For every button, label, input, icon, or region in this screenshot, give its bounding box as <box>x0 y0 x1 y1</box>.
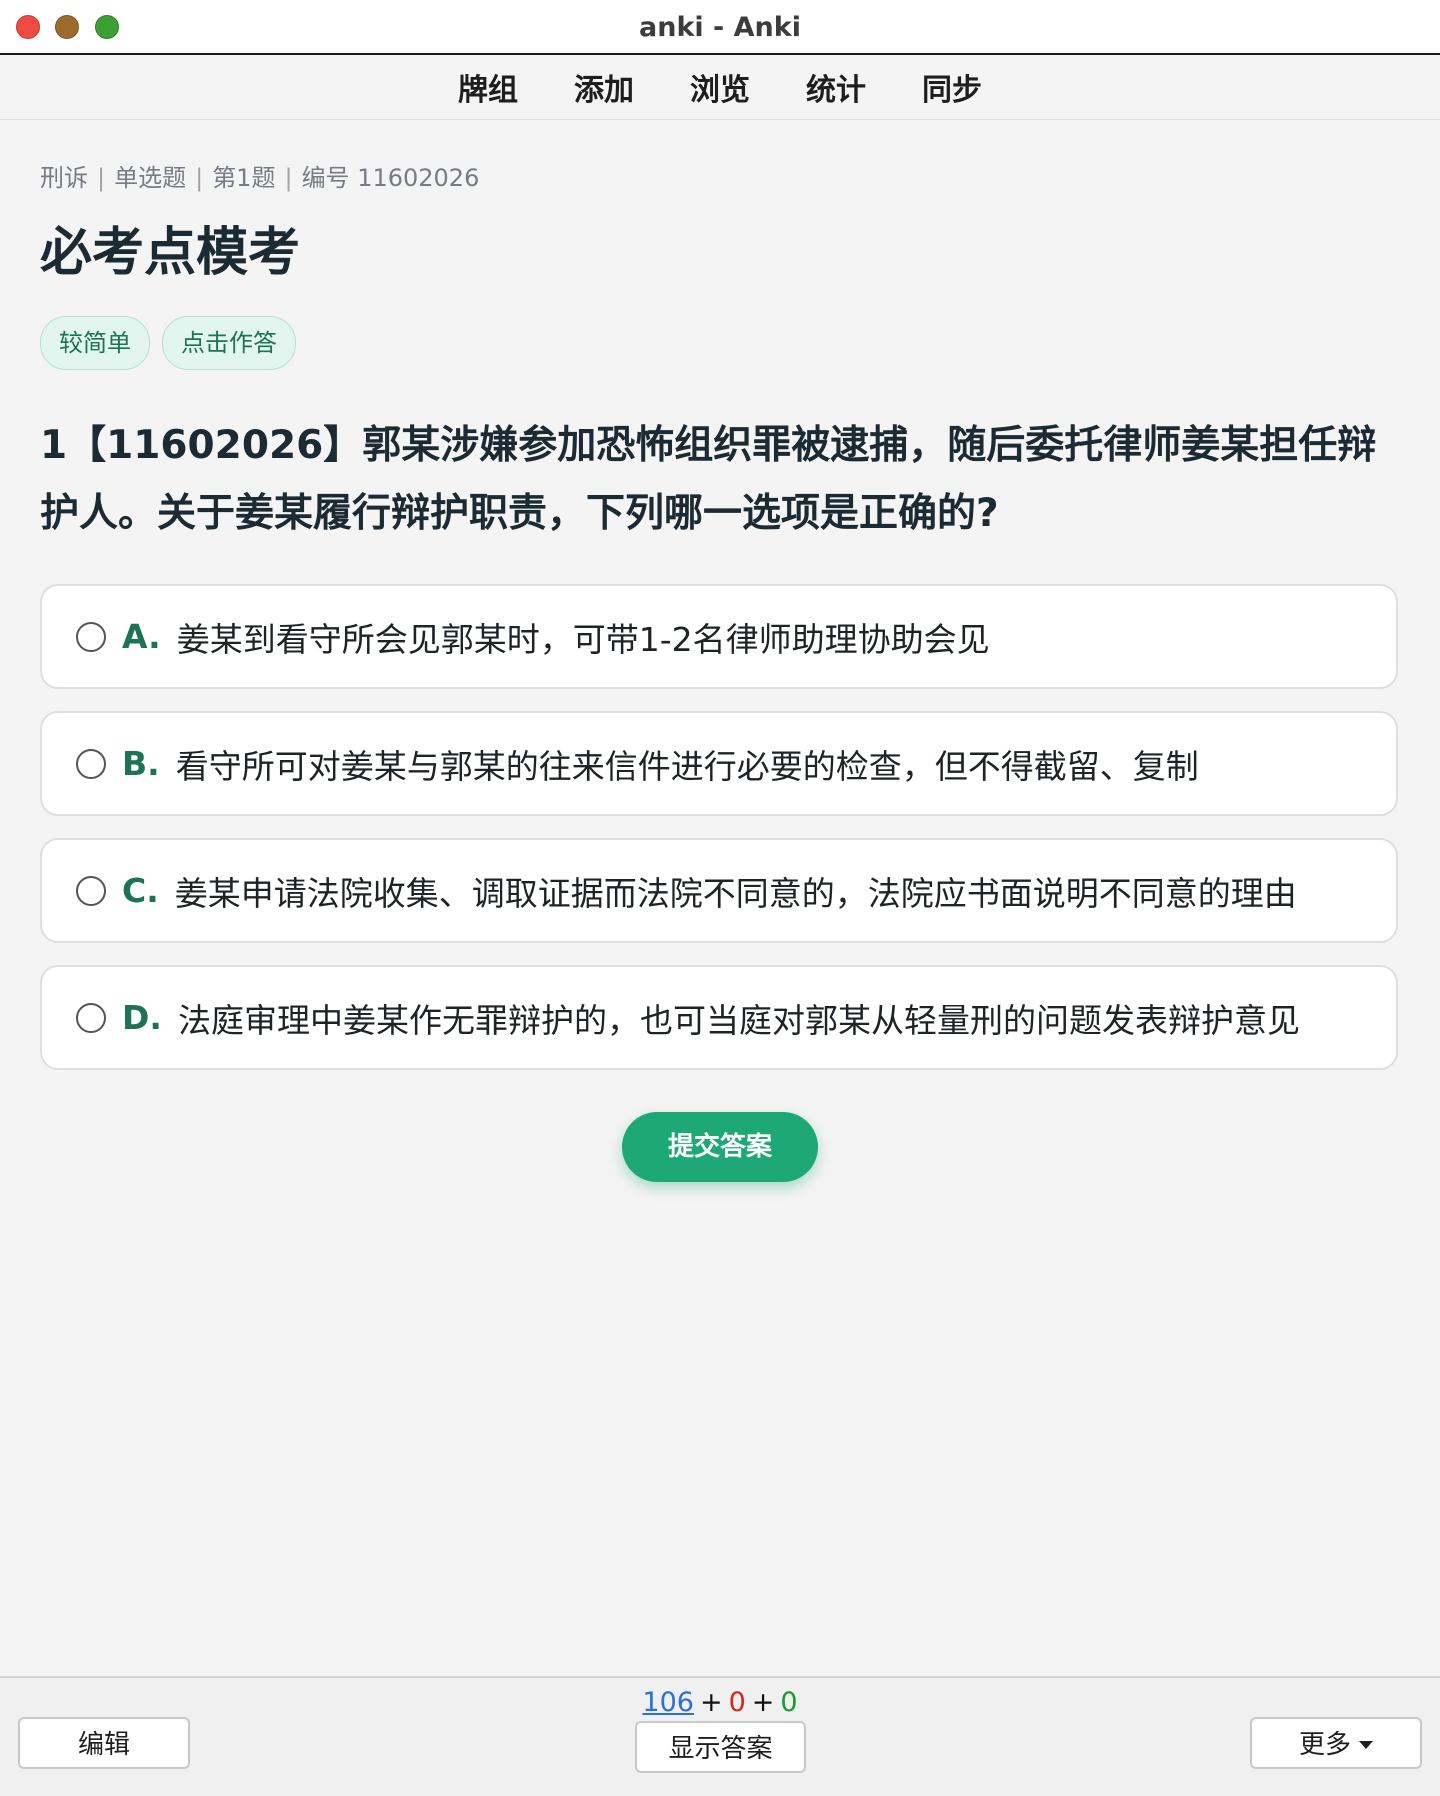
breadcrumb-type: 单选题 <box>114 164 187 192</box>
count-plus: + <box>751 1687 775 1718</box>
window-title: anki - Anki <box>639 12 801 43</box>
show-answer-button[interactable]: 显示答案 <box>635 1721 806 1773</box>
option-d-letter: D. <box>122 998 162 1037</box>
learning-count: 0 <box>728 1687 746 1718</box>
due-counts: 106 +0 +0 <box>0 1686 1440 1720</box>
review-count: 0 <box>780 1687 798 1718</box>
breadcrumb-subject: 刑诉 <box>40 164 88 192</box>
card-content: 刑诉 | 单选题 | 第1题 | 编号 11602026 必考点模考 较简单 点击作答 1【… <box>40 120 1400 1182</box>
toolbar-add[interactable]: 添加 <box>574 65 634 109</box>
review-bottom-bar: 106 +0 +0 编辑 显示答案 更多 <box>0 1676 1440 1796</box>
question-text: 1【11602026】郭某涉嫌参加恐怖组织罪被逮捕，随后委托律师姜某担任辩护人。… <box>40 423 1377 536</box>
option-b-text: 看守所可对姜某与郭某的往来信件进行必要的检查，但不得截留、复制 <box>175 746 1199 786</box>
edit-button[interactable]: 编辑 <box>18 1717 190 1769</box>
submit-area: 提交答案 <box>40 1112 1400 1182</box>
more-button[interactable]: 更多 <box>1250 1717 1422 1769</box>
breadcrumb-number: 第1题 <box>212 164 276 192</box>
toolbar-stats[interactable]: 统计 <box>806 65 866 109</box>
more-button-label: 更多 <box>1298 1730 1351 1760</box>
option-a-text: 姜某到看守所会见郭某时，可带1-2名律师助理协助会见 <box>176 619 990 659</box>
option-c-letter: C. <box>122 871 159 910</box>
option-a-letter: A. <box>122 617 161 656</box>
option-a-radio[interactable] <box>76 621 106 652</box>
breadcrumb-separator: | <box>195 164 204 192</box>
breadcrumb: 刑诉 | 单选题 | 第1题 | 编号 11602026 <box>40 162 1400 194</box>
breadcrumb-separator: | <box>284 164 293 192</box>
new-count[interactable]: 106 <box>642 1687 694 1718</box>
window-titlebar: anki - Anki <box>0 0 1440 55</box>
option-a[interactable]: A. 姜某到看守所会见郭某时，可带1-2名律师助理协助会见 <box>40 584 1398 689</box>
toolbar-browse[interactable]: 浏览 <box>690 65 750 109</box>
breadcrumb-id: 编号 11602026 <box>301 164 480 192</box>
tag-difficulty: 较简单 <box>40 316 150 370</box>
option-c[interactable]: C. 姜某申请法院收集、调取证据而法院不同意的，法院应书面说明不同意的理由 <box>40 838 1398 943</box>
option-b-radio[interactable] <box>76 748 106 779</box>
toolbar-decks[interactable]: 牌组 <box>458 65 518 109</box>
option-d-text: 法庭审理中姜某作无罪辩护的，也可当庭对郭某从轻量刑的问题发表辩护意见 <box>177 1000 1300 1040</box>
option-d[interactable]: D. 法庭审理中姜某作无罪辩护的，也可当庭对郭某从轻量刑的问题发表辩护意见 <box>40 965 1398 1070</box>
breadcrumb-separator: | <box>97 164 106 192</box>
main-toolbar: 牌组 添加 浏览 统计 同步 <box>0 55 1440 120</box>
option-b[interactable]: B. 看守所可对姜某与郭某的往来信件进行必要的检查，但不得截留、复制 <box>40 711 1398 816</box>
option-c-radio[interactable] <box>76 875 106 906</box>
toolbar-sync[interactable]: 同步 <box>922 65 982 109</box>
option-c-text: 姜某申请法院收集、调取证据而法院不同意的，法院应书面说明不同意的理由 <box>174 873 1297 913</box>
tag-click-to-answer: 点击作答 <box>162 316 296 370</box>
option-b-letter: B. <box>122 744 160 783</box>
count-plus: + <box>699 1687 723 1718</box>
caret-down-icon <box>1359 1740 1373 1749</box>
option-d-radio[interactable] <box>76 1002 106 1033</box>
tag-list: 较简单 点击作答 <box>40 316 1400 370</box>
submit-answer-button[interactable]: 提交答案 <box>622 1112 818 1182</box>
page-title: 必考点模考 <box>40 223 301 283</box>
option-list: A. 姜某到看守所会见郭某时，可带1-2名律师助理协助会见 B. 看守所可对姜某… <box>40 584 1400 1070</box>
